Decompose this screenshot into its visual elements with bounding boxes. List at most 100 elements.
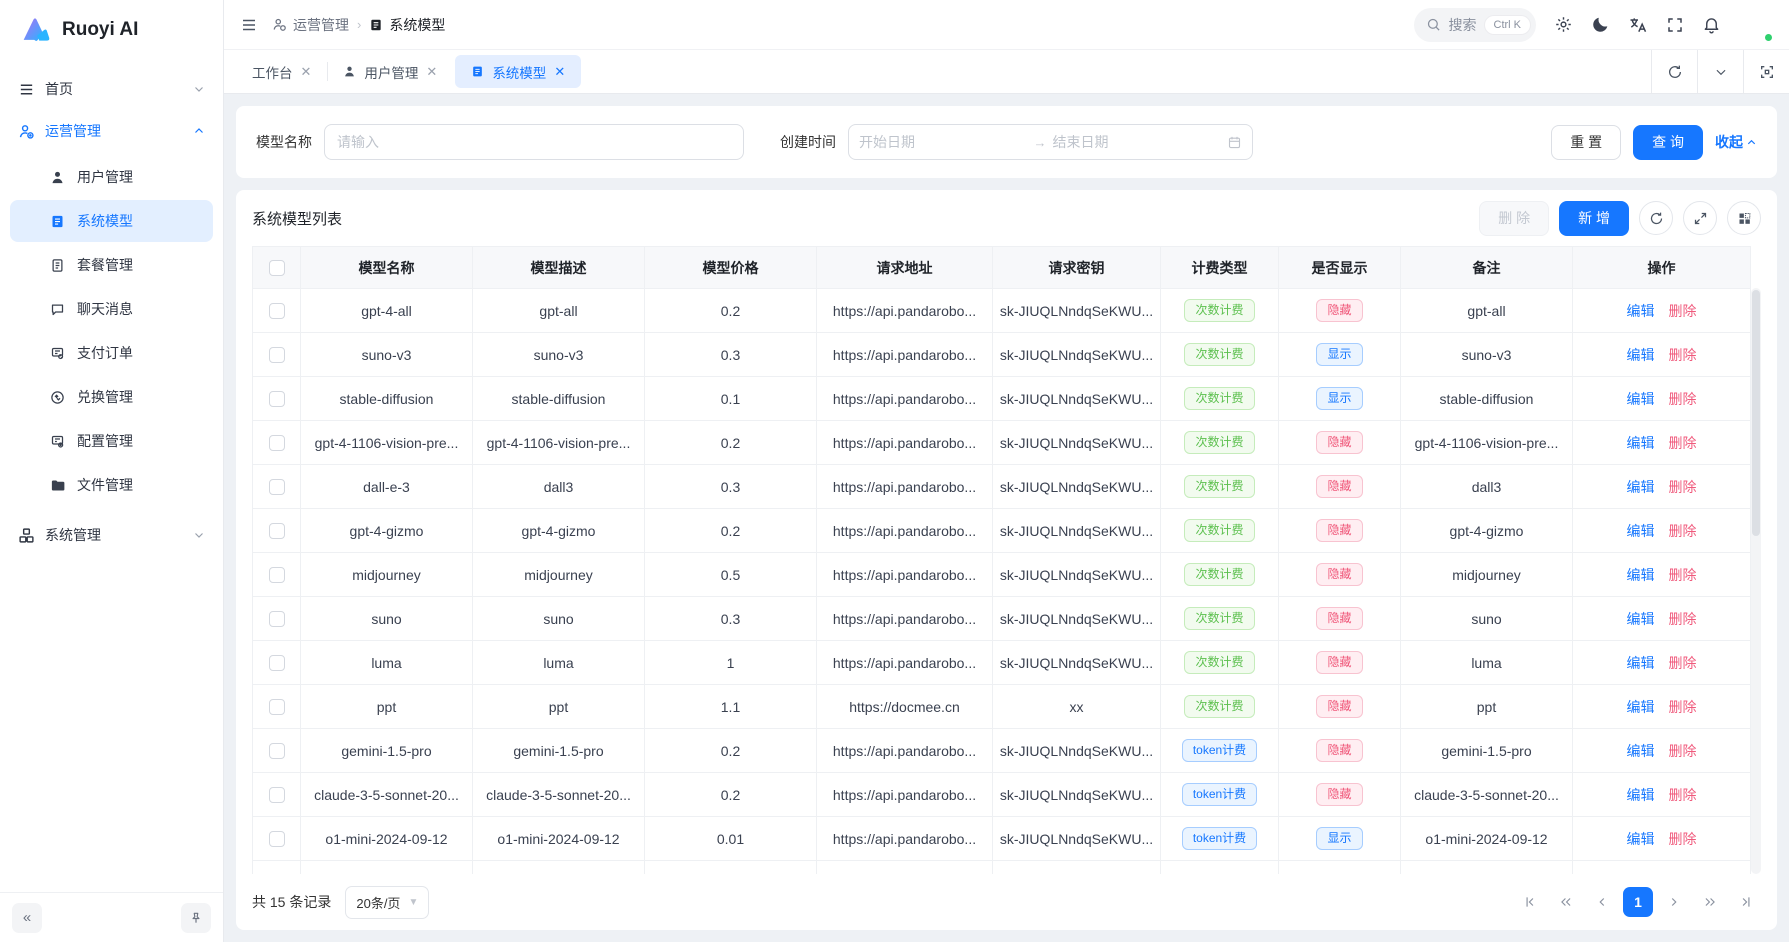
model-name-input[interactable] (324, 124, 744, 160)
prev-page-button[interactable] (1587, 887, 1617, 917)
close-icon[interactable]: ✕ (554, 64, 565, 80)
delete-link[interactable]: 删除 (1669, 743, 1697, 759)
edit-link[interactable]: 编辑 (1627, 699, 1655, 715)
delete-link[interactable]: 删除 (1669, 303, 1697, 319)
vertical-scrollbar[interactable] (1751, 288, 1761, 874)
date-range-picker[interactable]: → (848, 124, 1253, 160)
content-fullscreen-icon[interactable] (1743, 50, 1789, 93)
row-checkbox[interactable] (269, 303, 285, 319)
page-size-select[interactable]: 20条/页 ▼ (345, 886, 429, 919)
column-settings-icon[interactable] (1727, 201, 1761, 235)
edit-link[interactable]: 编辑 (1627, 743, 1655, 759)
sidebar-item-config[interactable]: 配置管理 (10, 420, 213, 462)
close-icon[interactable]: ✕ (301, 64, 312, 80)
row-checkbox[interactable] (269, 523, 285, 539)
edit-link[interactable]: 编辑 (1627, 391, 1655, 407)
user-avatar[interactable] (1739, 8, 1773, 42)
edit-link[interactable]: 编辑 (1627, 435, 1655, 451)
table-refresh-icon[interactable] (1639, 201, 1673, 235)
edit-link[interactable]: 编辑 (1627, 655, 1655, 671)
select-all-checkbox[interactable] (269, 260, 285, 276)
row-checkbox[interactable] (269, 347, 285, 363)
row-checkbox[interactable] (269, 435, 285, 451)
back-5-pages-button[interactable] (1551, 887, 1581, 917)
hamburger-icon[interactable] (240, 16, 258, 34)
row-checkbox[interactable] (269, 567, 285, 583)
next-page-button[interactable] (1659, 887, 1689, 917)
tab-system-models[interactable]: 系统模型 ✕ (455, 55, 581, 88)
dark-mode-moon-icon[interactable] (1591, 15, 1610, 34)
start-date-input[interactable] (859, 134, 1028, 150)
edit-link[interactable]: 编辑 (1627, 347, 1655, 363)
edit-link[interactable]: 编辑 (1627, 303, 1655, 319)
notifications-bell-icon[interactable] (1702, 15, 1721, 34)
pagination: 1 (1515, 887, 1761, 917)
delete-link[interactable]: 删除 (1669, 699, 1697, 715)
sidebar-item-users[interactable]: 用户管理 (10, 156, 213, 198)
collapse-sidebar-button[interactable]: « (12, 903, 42, 933)
breadcrumb-operations[interactable]: 运营管理 (272, 15, 349, 35)
row-checkbox[interactable] (269, 479, 285, 495)
edit-link[interactable]: 编辑 (1627, 787, 1655, 803)
refresh-icon[interactable] (1651, 50, 1697, 93)
delete-link[interactable]: 删除 (1669, 655, 1697, 671)
delete-link[interactable]: 删除 (1669, 391, 1697, 407)
row-checkbox[interactable] (269, 391, 285, 407)
delete-link[interactable]: 删除 (1669, 787, 1697, 803)
edit-link[interactable]: 编辑 (1627, 611, 1655, 627)
search-button[interactable]: 查 询 (1633, 125, 1703, 160)
scrollbar-thumb[interactable] (1752, 290, 1760, 536)
close-icon[interactable]: ✕ (426, 64, 437, 80)
sidebar-item-system-models[interactable]: 系统模型 (10, 200, 213, 242)
sidebar-item-files[interactable]: 文件管理 (10, 464, 213, 506)
tab-workbench[interactable]: 工作台 ✕ (236, 50, 327, 93)
logo[interactable]: Ruoyi AI (0, 0, 223, 60)
last-page-button[interactable] (1731, 887, 1761, 917)
delete-link[interactable]: 删除 (1669, 567, 1697, 583)
row-checkbox[interactable] (269, 787, 285, 803)
delete-link[interactable]: 删除 (1669, 523, 1697, 539)
edit-link[interactable]: 编辑 (1627, 523, 1655, 539)
first-page-button[interactable] (1515, 887, 1545, 917)
delete-link[interactable]: 删除 (1669, 831, 1697, 847)
fullscreen-icon[interactable] (1666, 16, 1684, 34)
sidebar-item-system[interactable]: 系统管理 (0, 514, 223, 556)
row-checkbox[interactable] (269, 699, 285, 715)
breadcrumb-system-models[interactable]: 系统模型 (369, 15, 445, 35)
column-header: 模型描述 (473, 247, 645, 289)
chevron-down-icon[interactable] (1697, 50, 1743, 93)
delete-link[interactable]: 删除 (1669, 611, 1697, 627)
forward-5-pages-button[interactable] (1695, 887, 1725, 917)
current-page[interactable]: 1 (1623, 887, 1653, 917)
pin-icon[interactable] (181, 903, 211, 933)
end-date-input[interactable] (1053, 134, 1222, 150)
delete-button[interactable]: 删 除 (1479, 201, 1549, 236)
tab-users[interactable]: 用户管理 ✕ (327, 50, 453, 93)
sidebar-item-operations[interactable]: 运营管理 (0, 110, 223, 152)
edit-link[interactable]: 编辑 (1627, 479, 1655, 495)
delete-link[interactable]: 删除 (1669, 347, 1697, 363)
delete-link[interactable]: 删除 (1669, 435, 1697, 451)
cell-desc: dall3 (473, 465, 645, 509)
language-translate-icon[interactable] (1628, 15, 1648, 35)
edit-link[interactable]: 编辑 (1627, 831, 1655, 847)
reset-button[interactable]: 重 置 (1551, 125, 1621, 160)
global-search[interactable]: 搜索 Ctrl K (1414, 8, 1537, 42)
collapse-label: 收起 (1715, 132, 1743, 152)
edit-link[interactable]: 编辑 (1627, 567, 1655, 583)
add-button[interactable]: 新 增 (1559, 201, 1629, 236)
row-checkbox[interactable] (269, 831, 285, 847)
table-expand-icon[interactable] (1683, 201, 1717, 235)
settings-gear-icon[interactable] (1554, 15, 1573, 34)
sidebar-item-chat-messages[interactable]: 聊天消息 (10, 288, 213, 330)
row-checkbox[interactable] (269, 743, 285, 759)
row-checkbox[interactable] (269, 611, 285, 627)
collapse-filter-link[interactable]: 收起 (1715, 132, 1757, 152)
delete-link[interactable]: 删除 (1669, 479, 1697, 495)
sidebar-item-payment-orders[interactable]: 支付订单 (10, 332, 213, 374)
sidebar-item-packages[interactable]: 套餐管理 (10, 244, 213, 286)
topbar-actions: 搜索 Ctrl K (1414, 8, 1774, 42)
row-checkbox[interactable] (269, 655, 285, 671)
sidebar-item-redeem[interactable]: 兑换管理 (10, 376, 213, 418)
sidebar-item-home[interactable]: 首页 (0, 68, 223, 110)
